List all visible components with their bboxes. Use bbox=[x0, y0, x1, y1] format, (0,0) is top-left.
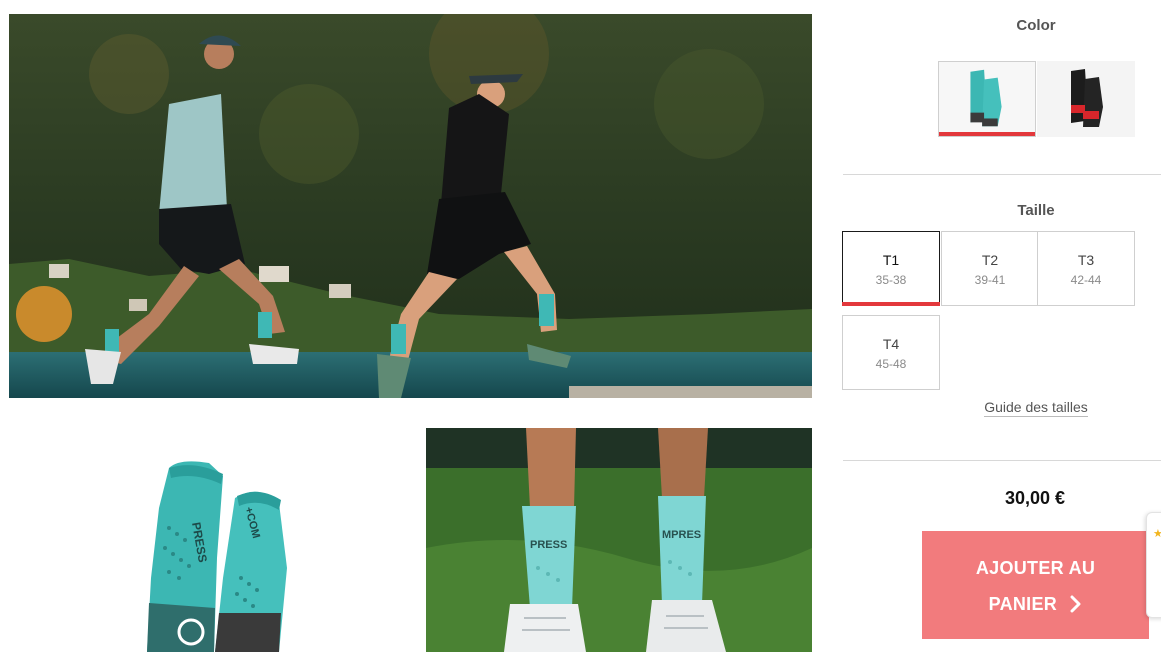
size-option-t4[interactable]: T4 45-48 bbox=[842, 315, 940, 390]
product-page: PRESS +COM PRESS MPRES Color Taille T1 3… bbox=[0, 0, 1161, 652]
add-to-cart-button[interactable]: AJOUTER AU PANIER bbox=[922, 531, 1149, 639]
size-label: T3 bbox=[1077, 252, 1095, 268]
size-selected-indicator bbox=[842, 302, 940, 306]
size-section-title: Taille bbox=[1017, 202, 1055, 219]
size-label: T4 bbox=[882, 336, 900, 352]
size-range: 45-48 bbox=[875, 357, 907, 371]
hero-product-image[interactable] bbox=[9, 14, 812, 398]
chevron-right-icon bbox=[1070, 595, 1082, 618]
size-option-t1[interactable]: T1 35-38 bbox=[842, 231, 940, 306]
color-selected-indicator bbox=[939, 132, 1035, 136]
add-to-cart-label-line2: PANIER bbox=[922, 594, 1149, 618]
svg-text:MPRES: MPRES bbox=[662, 529, 701, 541]
size-guide-link[interactable]: Guide des tailles bbox=[943, 399, 1129, 417]
size-option-t2[interactable]: T2 39-41 bbox=[941, 231, 1039, 306]
size-guide-label: Guide des tailles bbox=[984, 399, 1088, 417]
svg-text:PRESS: PRESS bbox=[530, 539, 567, 551]
lifestyle-thumbnail-socks[interactable]: PRESS MPRES bbox=[426, 428, 812, 652]
add-to-cart-label-line2-text: PANIER bbox=[988, 594, 1058, 614]
add-to-cart-label-line1: AJOUTER AU bbox=[975, 558, 1096, 578]
color-section-title: Color bbox=[1016, 17, 1056, 34]
size-range: 39-41 bbox=[974, 273, 1006, 287]
size-label: T2 bbox=[981, 252, 999, 268]
color-swatch-teal[interactable] bbox=[938, 61, 1036, 137]
product-thumbnail-socks[interactable]: PRESS +COM bbox=[9, 428, 396, 652]
star-icon: ★ bbox=[1153, 528, 1161, 540]
section-divider bbox=[843, 174, 1161, 175]
color-swatch-black-red[interactable] bbox=[1037, 61, 1135, 137]
size-label: T1 bbox=[882, 252, 900, 268]
size-range: 42-44 bbox=[1070, 273, 1102, 287]
reviews-side-widget[interactable]: ★ bbox=[1146, 512, 1161, 618]
size-option-t3[interactable]: T3 42-44 bbox=[1037, 231, 1135, 306]
section-divider bbox=[843, 460, 1161, 461]
product-price: 30,00 € bbox=[1004, 488, 1066, 508]
size-range: 35-38 bbox=[875, 273, 907, 287]
